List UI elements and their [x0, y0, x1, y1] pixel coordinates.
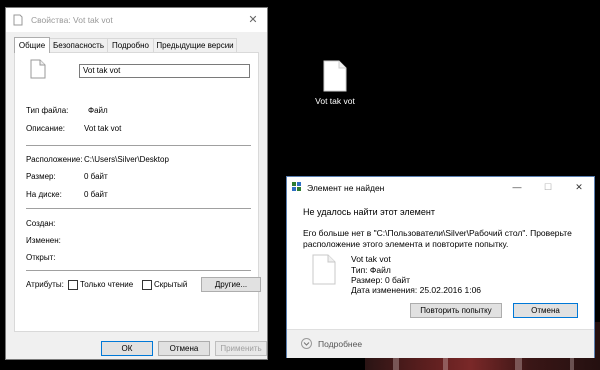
tab-previous-versions[interactable]: Предыдущие версии — [153, 38, 237, 52]
accessed-label: Открыт: — [26, 253, 56, 262]
description-label: Описание: — [26, 124, 66, 133]
file-type: Тип: Файл — [351, 265, 391, 275]
divider — [26, 270, 251, 271]
location-label: Расположение: — [26, 155, 83, 164]
file-size: Размер: 0 байт — [351, 275, 411, 285]
filename-input[interactable]: Vot tak vot — [79, 64, 250, 78]
dialog-titlebar[interactable]: Элемент не найден — ☐ ✕ — [287, 177, 594, 197]
advanced-button[interactable]: Другие... — [201, 277, 261, 292]
cancel-button[interactable]: Отмена — [158, 341, 210, 356]
apply-button[interactable]: Применить — [215, 341, 267, 356]
file-modified-date: Дата изменения: 25.02.2016 1:06 — [351, 285, 482, 295]
dialog-heading: Не удалось найти этот элемент — [303, 207, 435, 217]
location-value: C:\Users\Silver\Desktop — [84, 155, 169, 164]
dialog-close-button[interactable]: ✕ — [564, 177, 594, 197]
desktop-file-icon[interactable]: Vot tak vot — [305, 58, 365, 114]
more-details-toggle[interactable]: Подробнее — [318, 339, 362, 349]
tab-details[interactable]: Подробно — [107, 38, 154, 52]
item-not-found-dialog: Элемент не найден — ☐ ✕ Не удалось найти… — [286, 176, 595, 358]
tab-security[interactable]: Безопасность — [49, 38, 108, 52]
close-button[interactable]: ✕ — [239, 8, 267, 32]
properties-title: Свойства: Vot tak vot — [31, 15, 113, 25]
general-panel: Тип файла: Файл Описание: Vot tak vot Ра… — [14, 52, 261, 332]
size-on-disk-value: 0 байт — [84, 190, 108, 199]
readonly-label[interactable]: Только чтение — [80, 280, 133, 289]
file-icon — [312, 254, 336, 285]
dialog-icon — [292, 182, 301, 191]
size-on-disk-label: На диске: — [26, 190, 62, 199]
description-value: Vot tak vot — [84, 124, 122, 133]
retry-button[interactable]: Повторить попытку — [410, 303, 502, 318]
file-icon — [323, 60, 347, 92]
tab-general[interactable]: Общие — [14, 37, 50, 53]
properties-window: Свойства: Vot tak vot ✕ Общие Безопаснос… — [5, 7, 268, 360]
properties-titlebar[interactable]: Свойства: Vot tak vot ✕ — [6, 8, 267, 32]
ok-button[interactable]: ОК — [101, 341, 153, 356]
dialog-title: Элемент не найден — [307, 183, 385, 193]
chevron-down-icon[interactable] — [301, 338, 312, 349]
type-label: Тип файла: — [26, 106, 69, 115]
maximize-button[interactable]: ☐ — [533, 177, 563, 197]
size-label: Размер: — [26, 172, 56, 181]
dialog-message: Его больше нет в "C:\Пользователи\Silver… — [303, 228, 572, 249]
file-icon — [30, 59, 46, 79]
properties-icon — [13, 14, 23, 26]
divider — [26, 208, 251, 209]
created-label: Создан: — [26, 219, 56, 228]
dialog-footer: Подробнее — [287, 329, 594, 358]
modified-label: Изменен: — [26, 236, 61, 245]
type-value: Файл — [88, 106, 108, 115]
size-value: 0 байт — [84, 172, 108, 181]
readonly-checkbox[interactable] — [68, 280, 78, 290]
desktop-file-label: Vot tak vot — [315, 96, 355, 106]
hidden-checkbox[interactable] — [142, 280, 152, 290]
minimize-button[interactable]: — — [502, 177, 532, 197]
divider — [26, 145, 251, 146]
attributes-label: Атрибуты: — [26, 280, 64, 289]
hidden-label[interactable]: Скрытый — [154, 280, 187, 289]
dialog-cancel-button[interactable]: Отмена — [513, 303, 578, 318]
file-name: Vot tak vot — [351, 254, 391, 264]
